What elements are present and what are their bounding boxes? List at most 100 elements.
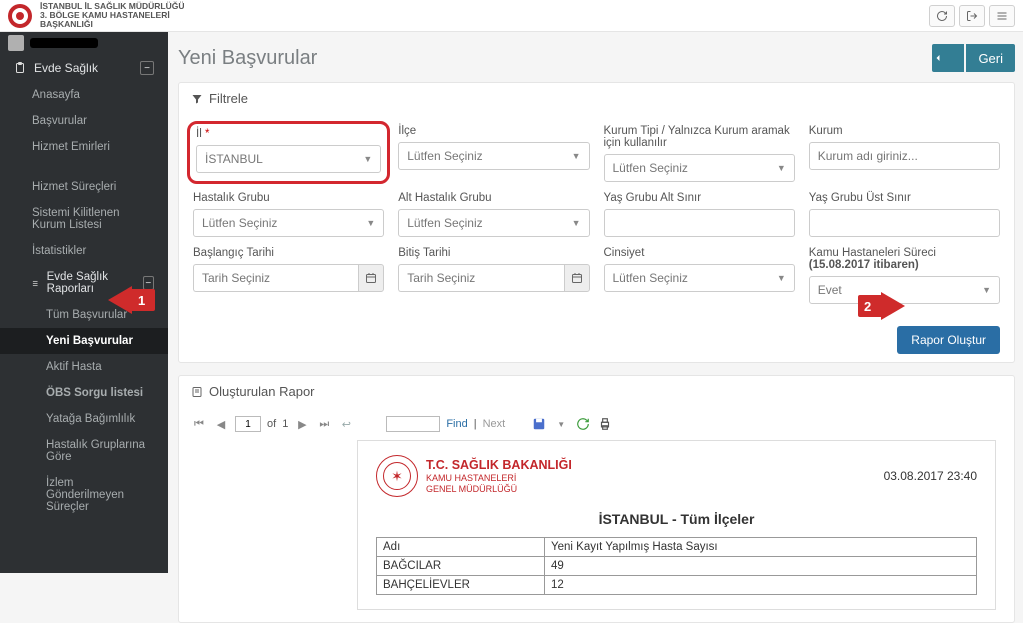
filter-panel-head: Filtrele [179, 83, 1014, 115]
sidebar-item-anasayfa[interactable]: Anasayfa [0, 82, 168, 108]
report-datetime: 03.08.2017 23:40 [884, 469, 977, 483]
sidebar-item-istatistikler[interactable]: İstatistikler [0, 238, 168, 264]
sidebar-item-yataga-bagimlilik[interactable]: Yatağa Bağımlılık [0, 406, 168, 432]
refresh-icon [576, 417, 590, 431]
sidebar-section-evde-saglik[interactable]: Evde Sağlık − [0, 54, 168, 82]
report-panel-head: Oluşturulan Rapor [179, 376, 1014, 408]
refresh-report-button[interactable] [575, 416, 591, 432]
hastalik-grubu-select[interactable]: Lütfen Seçiniz ▼ [193, 209, 384, 237]
report-heading: Oluşturulan Rapor [209, 384, 315, 399]
find-input[interactable] [386, 416, 440, 432]
page-head: Yeni Başvurular Geri [178, 44, 1015, 72]
user-label-redacted [30, 38, 98, 48]
sidebar-item-aktif-hasta[interactable]: Aktif Hasta [0, 354, 168, 380]
chevron-down-icon: ▼ [572, 218, 581, 228]
org-logo-icon [8, 4, 32, 28]
alt-hastalik-select[interactable]: Lütfen Seçiniz ▼ [398, 209, 589, 237]
last-page-button[interactable]: ⏭ [316, 416, 332, 432]
ministry-title: T.C. SAĞLIK BAKANLIĞI KAMU HASTANELERİ G… [426, 458, 572, 495]
page-input[interactable] [235, 416, 261, 432]
sidebar-item-izlem[interactable]: İzlem Gönderilmeyen Süreçler [0, 470, 168, 520]
next-page-button[interactable]: ▶ [294, 416, 310, 432]
org-line3: BAŞKANLIĞI [40, 20, 185, 29]
total-pages: 1 [282, 418, 288, 430]
ilce-label: İlçe [398, 125, 589, 137]
clipboard-icon [14, 62, 26, 74]
il-select[interactable]: İSTANBUL ▼ [196, 145, 381, 173]
collapse-icon[interactable]: − [143, 276, 154, 290]
sidebar-section-label: Evde Sağlık [34, 61, 98, 75]
back-arrow-button[interactable] [932, 44, 964, 72]
kamu-label: Kamu Hastaneleri Süreci (15.08.2017 itib… [809, 247, 1000, 271]
sidebar-item-yeni-basvurular[interactable]: Yeni Başvurular [0, 328, 168, 354]
find-link[interactable]: Find [446, 418, 467, 430]
user-box [0, 32, 168, 54]
export-caret[interactable]: ▼ [553, 416, 569, 432]
next-link[interactable]: Next [483, 418, 506, 430]
sidebar-menu: Evde Sağlık − Anasayfa Başvurular Hizmet… [0, 54, 168, 520]
logout-button[interactable] [959, 5, 985, 27]
calendar-button[interactable] [564, 264, 590, 292]
report-icon [191, 386, 203, 398]
sidebar-item-sistemi-kilitlenen[interactable]: Sistemi Kilitlenen Kurum Listesi [0, 200, 168, 238]
yas-ust-input[interactable] [809, 209, 1000, 237]
il-select-value: İSTANBUL [205, 152, 263, 166]
ministry-logo-icon [376, 455, 418, 497]
col-sayi: Yeni Kayıt Yapılmış Hasta Sayısı [545, 538, 977, 557]
avatar [8, 35, 24, 51]
print-button[interactable] [597, 416, 613, 432]
report-table: Adı Yeni Kayıt Yapılmış Hasta Sayısı BAĞ… [376, 537, 977, 595]
chevron-down-icon: ▼ [366, 218, 375, 228]
filter-icon [191, 93, 203, 105]
kurum-tipi-select[interactable]: Lütfen Seçiniz ▼ [604, 154, 795, 182]
prev-page-button[interactable]: ◀ [213, 416, 229, 432]
cinsiyet-select[interactable]: Lütfen Seçiniz ▼ [604, 264, 795, 292]
hastalik-grubu-label: Hastalık Grubu [193, 192, 384, 204]
export-button[interactable] [531, 416, 547, 432]
filter-heading-label: Filtrele [209, 91, 248, 106]
table-row: BAHÇELİEVLER 12 [377, 576, 977, 595]
bitis-input[interactable] [398, 264, 563, 292]
yas-alt-label: Yaş Grubu Alt Sınır [604, 192, 795, 204]
yas-alt-input[interactable] [604, 209, 795, 237]
list-icon [30, 278, 39, 289]
sidebar-item-hastalik-gruplarina[interactable]: Hastalık Gruplarına Göre [0, 432, 168, 470]
logout-icon [966, 10, 978, 22]
sidebar-item-hizmet-emirleri[interactable]: Hizmet Emirleri [0, 134, 168, 160]
sidebar-item-tum-basvurular[interactable]: Tüm Başvurular [0, 302, 168, 328]
sidebar-item-basvurular[interactable]: Başvurular [0, 108, 168, 134]
ilce-select-value: Lütfen Seçiniz [407, 149, 482, 163]
arrow-left-icon [932, 52, 944, 64]
ilce-select[interactable]: Lütfen Seçiniz ▼ [398, 142, 589, 170]
calendar-button[interactable] [358, 264, 384, 292]
report-panel: Oluşturulan Rapor ⏮ ◀ of 1 ▶ ⏭ ↩ Find | … [178, 375, 1015, 623]
baslangic-input[interactable] [193, 264, 358, 292]
content: Yeni Başvurular Geri Filtrele İl * İSTAN… [168, 32, 1023, 623]
kamu-select[interactable]: Evet ▼ [809, 276, 1000, 304]
sidebar-item-raporlar[interactable]: Evde Sağlık Raporları − [0, 264, 168, 302]
report-page: T.C. SAĞLIK BAKANLIĞI KAMU HASTANELERİ G… [357, 440, 996, 610]
bitis-label: Bitiş Tarihi [398, 247, 589, 259]
chevron-down-icon: ▼ [777, 273, 786, 283]
refresh-button[interactable] [929, 5, 955, 27]
rapor-olustur-button[interactable]: Rapor Oluştur [897, 326, 1000, 354]
kurum-label: Kurum [809, 125, 1000, 137]
sidebar-item-label: Evde Sağlık Raporları [47, 271, 135, 295]
calendar-icon [571, 272, 583, 284]
collapse-icon[interactable]: − [140, 61, 154, 75]
yas-ust-label: Yaş Grubu Üst Sınır [809, 192, 1000, 204]
kurum-tipi-label: Kurum Tipi / Yalnızca Kurum aramak için … [604, 125, 795, 149]
first-page-button[interactable]: ⏮ [191, 416, 207, 432]
of-label: of [267, 418, 276, 430]
back-button[interactable]: Geri [966, 44, 1015, 72]
menu-button[interactable] [989, 5, 1015, 27]
chevron-down-icon: ▼ [363, 154, 372, 164]
sidebar-item-hizmet-surecleri[interactable]: Hizmet Süreçleri [0, 174, 168, 200]
col-adi: Adı [377, 538, 545, 557]
org-title: İSTANBUL İL SAĞLIK MÜDÜRLÜĞÜ 3. BÖLGE KA… [40, 2, 185, 29]
save-disk-icon [532, 417, 546, 431]
refresh-icon [936, 10, 948, 22]
kurum-input[interactable] [809, 142, 1000, 170]
sidebar-item-obs-sorgu[interactable]: ÖBS Sorgu listesi [0, 380, 168, 406]
back-parent-button[interactable]: ↩ [338, 416, 354, 432]
